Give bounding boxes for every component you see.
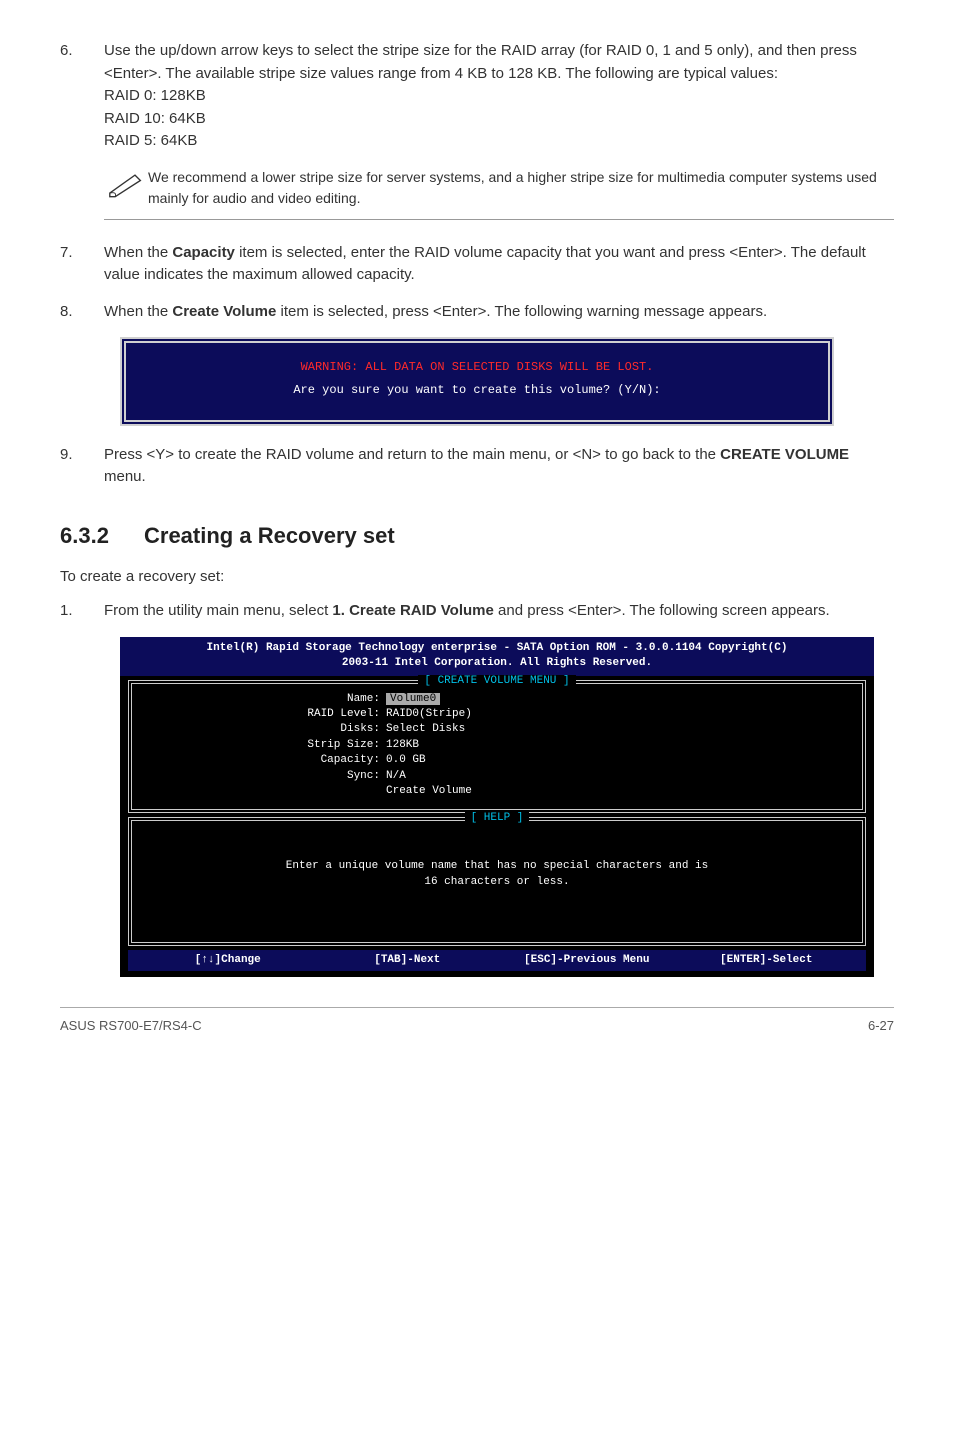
capacity-label: Capacity: [146,753,386,768]
pencil-icon [104,167,148,203]
rom-key-footer: [↑↓]Change [TAB]-Next [ESC]-Previous Men… [128,950,866,971]
step-body: From the utility main menu, select 1. Cr… [104,600,894,623]
recovery-step-1: 1. From the utility main menu, select 1.… [60,600,894,623]
create-volume-menu-bold: CREATE VOLUME [720,446,849,463]
bios-confirm-prompt: Are you sure you want to create this vol… [146,382,808,399]
rom-header-line1: Intel(R) Rapid Storage Technology enterp… [207,642,788,654]
raid-level-label: RAID Level: [146,707,386,722]
help-title-text: [ HELP ] [465,812,530,824]
step-body: When the Create Volume item is selected,… [104,301,894,324]
panel-title: [ HELP ] [132,811,862,826]
key-previous: [ESC]-Previous Menu [497,953,677,968]
text-pre: When the [104,303,172,320]
panel-body: Name:Volume0 RAID Level:RAID0(Stripe) Di… [132,684,862,810]
disks-value[interactable]: Select Disks [386,722,465,737]
sync-label: Sync: [146,769,386,784]
footer-product: ASUS RS700-E7/RS4-C [60,1016,202,1036]
key-change: [↑↓]Change [138,953,318,968]
raid-level-value[interactable]: RAID0(Stripe) [386,707,472,722]
disks-label: Disks: [146,722,386,737]
key-next: [TAB]-Next [318,953,498,968]
step-7: 7. When the Capacity item is selected, e… [60,242,894,287]
text-pre: When the [104,244,172,261]
text-post: menu. [104,468,146,485]
note-text: We recommend a lower stripe size for ser… [148,167,894,209]
capacity-value[interactable]: 0.0 GB [386,753,426,768]
page-footer: ASUS RS700-E7/RS4-C 6-27 [60,1007,894,1036]
sync-value: N/A [386,769,406,784]
raid10-line: RAID 10: 64KB [104,110,206,127]
note-box: We recommend a lower stripe size for ser… [104,167,894,220]
step-text: Use the up/down arrow keys to select the… [104,42,857,82]
key-select: [ENTER]-Select [677,953,857,968]
step-number: 9. [60,444,104,489]
step-number: 6. [60,40,104,153]
help-line2: 16 characters or less. [424,876,569,888]
section-title: Creating a Recovery set [144,523,395,548]
create-volume-panel: [ CREATE VOLUME MENU ] Name:Volume0 RAID… [128,680,866,814]
step-number: 8. [60,301,104,324]
step-6: 6. Use the up/down arrow keys to select … [60,40,894,153]
create-raid-volume-bold: 1. Create RAID Volume [332,602,493,619]
step-body: When the Capacity item is selected, ente… [104,242,894,287]
section-heading: 6.3.2Creating a Recovery set [60,519,894,552]
footer-page-number: 6-27 [868,1016,894,1036]
help-body: Enter a unique volume name that has no s… [132,821,862,942]
step-9: 9. Press <Y> to create the RAID volume a… [60,444,894,489]
rom-header: Intel(R) Rapid Storage Technology enterp… [120,637,874,676]
bios-warning-line: WARNING: ALL DATA ON SELECTED DISKS WILL… [146,359,808,376]
capacity-bold: Capacity [172,244,235,261]
name-label: Name: [146,692,386,707]
create-volume-bold: Create Volume [172,303,276,320]
step-body: Use the up/down arrow keys to select the… [104,40,894,153]
text-post: item is selected, press <Enter>. The fol… [276,303,767,320]
intro-text: To create a recovery set: [60,566,894,589]
rom-header-line2: 2003-11 Intel Corporation. All Rights Re… [342,657,652,669]
panel-title: [ CREATE VOLUME MENU ] [132,674,862,689]
section-number: 6.3.2 [60,519,144,552]
strip-size-label: Strip Size: [146,738,386,753]
step-body: Press <Y> to create the RAID volume and … [104,444,894,489]
step-8: 8. When the Create Volume item is select… [60,301,894,324]
raid5-line: RAID 5: 64KB [104,132,197,149]
help-panel: [ HELP ] Enter a unique volume name that… [128,817,866,946]
option-rom-screen: Intel(R) Rapid Storage Technology enterp… [120,637,874,978]
name-field[interactable]: Volume0 [386,693,440,705]
text-pre: From the utility main menu, select [104,602,332,619]
raid0-line: RAID 0: 128KB [104,87,206,104]
bios-warning-dialog: WARNING: ALL DATA ON SELECTED DISKS WILL… [120,337,834,426]
help-line1: Enter a unique volume name that has no s… [286,860,708,872]
strip-size-value[interactable]: 128KB [386,738,419,753]
panel-title-text: [ CREATE VOLUME MENU ] [418,675,575,687]
step-number: 7. [60,242,104,287]
create-volume-action[interactable]: Create Volume [386,784,472,799]
step-number: 1. [60,600,104,623]
text-post: and press <Enter>. The following screen … [494,602,830,619]
text-pre: Press <Y> to create the RAID volume and … [104,446,720,463]
